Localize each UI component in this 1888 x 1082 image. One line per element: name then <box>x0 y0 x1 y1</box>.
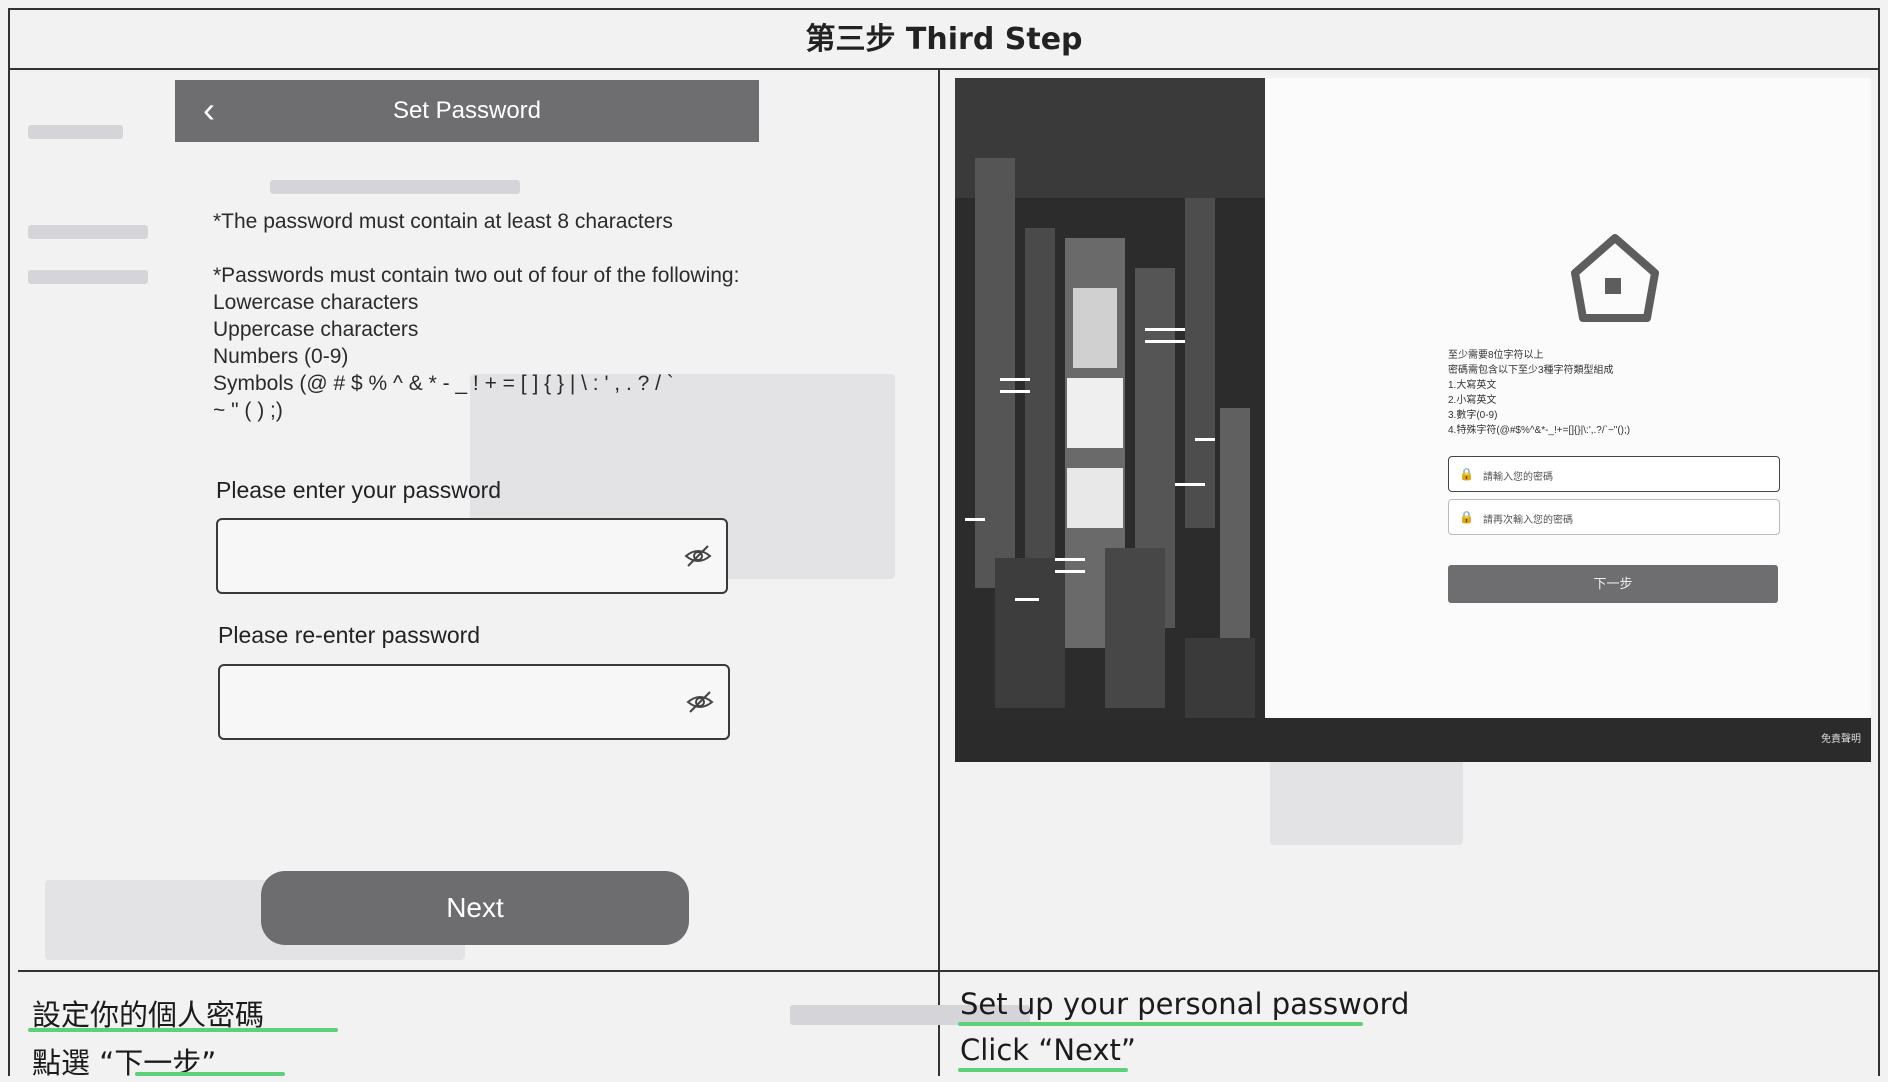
zh-reenter-password-field[interactable]: 🔒 請再次輸入您的密碼 <box>1448 499 1780 535</box>
rule-zh-lowercase: 2.小寫英文 <box>1448 395 1497 406</box>
home-logo-icon <box>1571 234 1659 322</box>
reenter-password-field[interactable] <box>218 664 730 740</box>
password-field[interactable] <box>216 518 728 594</box>
reenter-label: Please re-enter password <box>218 622 481 648</box>
desktop-screenshot: 至少需要8位字符以上 密碼需包含以下至少3種字符類型組成 1.大寫英文 2.小寫… <box>955 78 1871 762</box>
rule-symbols-cont: ~ " ( ) ;) <box>213 399 283 422</box>
table-border-left <box>8 8 10 1076</box>
disclaimer-link[interactable]: 免責聲明 <box>1821 730 1861 745</box>
rule-zh-min-length: 至少需要8位字符以上 <box>1448 350 1544 361</box>
scan-ghost-text <box>28 125 123 139</box>
city-background-image <box>955 78 1265 762</box>
scan-ghost-text <box>28 270 148 284</box>
highlight-underline <box>958 1068 1128 1072</box>
table-row-divider <box>18 970 1880 972</box>
app-header-bar: ‹ Set Password <box>175 80 759 142</box>
table-column-divider <box>938 68 940 1076</box>
rule-uppercase: Uppercase characters <box>213 318 419 341</box>
next-button[interactable]: Next <box>261 871 689 945</box>
highlight-underline <box>28 1028 338 1032</box>
step-title: 第三步 Third Step <box>805 22 1083 57</box>
rule-lowercase: Lowercase characters <box>213 291 419 314</box>
rule-zh-composition: 密碼需包含以下至少3種字符類型組成 <box>1448 365 1614 376</box>
rule-composition: *Passwords must contain two out of four … <box>213 264 740 287</box>
rule-numbers: Numbers (0-9) <box>213 345 349 368</box>
caption-en-setup: Set up your personal password <box>960 987 1410 1021</box>
password-rules: *The password must contain at least 8 ch… <box>213 208 753 424</box>
eye-hidden-icon[interactable] <box>686 688 714 716</box>
footer-bar: 免責聲明 <box>955 718 1871 762</box>
highlight-underline <box>135 1072 285 1076</box>
rule-zh-symbols: 4.特殊字符(@#$%^&*-_!+=[]{}|\:',.?/`~"();) <box>1448 425 1631 436</box>
zh-password-field[interactable]: 🔒 請輸入您的密碼 <box>1448 456 1780 492</box>
rule-min-length: *The password must contain at least 8 ch… <box>213 210 673 233</box>
rule-zh-uppercase: 1.大寫英文 <box>1448 380 1497 391</box>
lock-icon: 🔒 <box>1459 510 1474 524</box>
table-header-divider <box>8 68 1880 70</box>
screen-title: Set Password <box>392 97 542 124</box>
password-label: Please enter your password <box>216 477 502 503</box>
table-border-top <box>8 8 1880 10</box>
scan-ghost-text <box>270 180 520 194</box>
password-rules-zh: 至少需要8位字符以上 密碼需包含以下至少3種字符類型組成 1.大寫英文 2.小寫… <box>1448 348 1788 438</box>
lock-icon: 🔒 <box>1459 467 1474 481</box>
rule-symbols: Symbols (@ # $ % ^ & * - _ ! + = [ ] { }… <box>213 372 674 395</box>
table-border-right <box>1878 8 1880 1076</box>
highlight-underline <box>958 1022 1363 1026</box>
caption-en-next: Click “Next” <box>960 1033 1136 1067</box>
zh-reenter-placeholder: 請再次輸入您的密碼 <box>1483 515 1573 526</box>
scan-ghost-text <box>28 225 148 239</box>
rule-zh-numbers: 3.數字(0-9) <box>1448 410 1498 421</box>
zh-password-placeholder: 請輸入您的密碼 <box>1483 472 1553 483</box>
eye-hidden-icon[interactable] <box>684 542 712 570</box>
zh-next-button[interactable]: 下一步 <box>1448 565 1778 603</box>
